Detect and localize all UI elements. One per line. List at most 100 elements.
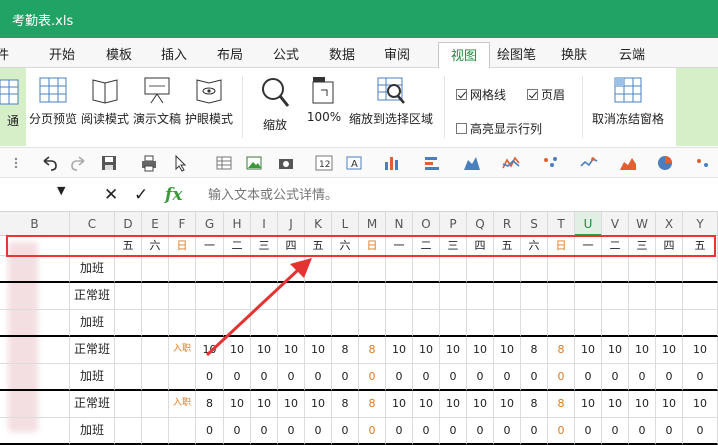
table-cell[interactable] <box>332 256 359 283</box>
menu-item[interactable]: 视图 <box>438 42 491 71</box>
table-cell[interactable]: 8 <box>196 391 224 418</box>
table-cell[interactable]: 0 <box>629 418 656 445</box>
table-cell[interactable] <box>0 283 70 310</box>
table-cell[interactable]: 0 <box>656 364 683 391</box>
column-header[interactable]: J <box>278 212 305 236</box>
menu-item[interactable]: 布局 <box>217 44 243 63</box>
shift-type-cell[interactable]: 正常班 <box>70 337 115 364</box>
zoom-button[interactable]: 缩放 <box>255 76 295 133</box>
table-cell[interactable] <box>440 310 467 337</box>
table-cell[interactable] <box>251 256 278 283</box>
presentation-button[interactable]: 演示文稿 <box>132 76 182 127</box>
scatter-chart-icon[interactable] <box>541 154 559 172</box>
table-cell[interactable]: 8 <box>548 391 575 418</box>
table-cell[interactable] <box>251 283 278 310</box>
column-header[interactable]: W <box>629 212 656 236</box>
weekday-cell[interactable]: 五 <box>115 236 142 256</box>
stock-chart-icon[interactable] <box>580 154 598 172</box>
table-cell[interactable]: 0 <box>575 364 602 391</box>
table-cell[interactable] <box>440 283 467 310</box>
table-cell[interactable]: 10 <box>278 337 305 364</box>
cancel-formula-icon[interactable]: ✕ <box>104 185 118 205</box>
table-cell[interactable] <box>169 364 196 391</box>
confirm-formula-icon[interactable]: ✓ <box>134 185 148 205</box>
combo-chart-icon[interactable] <box>619 154 637 172</box>
table-cell[interactable] <box>305 256 332 283</box>
table-cell[interactable] <box>169 418 196 445</box>
table-cell[interactable] <box>548 256 575 283</box>
table-cell[interactable] <box>0 256 70 283</box>
sum-icon[interactable]: 12 <box>315 154 333 172</box>
table-cell[interactable]: 10 <box>683 391 718 418</box>
pointer-icon[interactable] <box>172 154 190 172</box>
table-cell[interactable]: 0 <box>224 418 251 445</box>
shift-type-cell[interactable]: 加班 <box>70 418 115 445</box>
table-cell[interactable]: 10 <box>251 391 278 418</box>
table-cell[interactable] <box>683 256 718 283</box>
weekday-cell[interactable]: 五 <box>305 236 332 256</box>
table-cell[interactable]: 8 <box>548 337 575 364</box>
table-cell[interactable] <box>521 310 548 337</box>
table-cell[interactable] <box>142 418 169 445</box>
line-chart-icon[interactable] <box>502 154 520 172</box>
table-cell[interactable]: 10 <box>494 391 521 418</box>
table-cell[interactable] <box>169 256 196 283</box>
table-cell[interactable] <box>575 310 602 337</box>
table-cell[interactable] <box>115 310 142 337</box>
table-cell[interactable] <box>602 310 629 337</box>
table-cell[interactable] <box>521 256 548 283</box>
table-cell[interactable] <box>251 310 278 337</box>
header-checkbox[interactable]: 页眉 <box>527 86 565 103</box>
weekday-cell[interactable]: 四 <box>467 236 494 256</box>
table-cell[interactable] <box>386 283 413 310</box>
table-cell[interactable] <box>196 283 224 310</box>
table-cell[interactable]: 0 <box>196 364 224 391</box>
table-cell[interactable] <box>142 364 169 391</box>
table-cell[interactable]: 0 <box>467 364 494 391</box>
table-cell[interactable]: 0 <box>305 364 332 391</box>
table-cell[interactable] <box>169 283 196 310</box>
shift-type-cell[interactable]: 正常班 <box>70 283 115 310</box>
table-cell[interactable]: 10 <box>386 391 413 418</box>
table-cell[interactable]: 10 <box>413 391 440 418</box>
table-cell[interactable] <box>413 256 440 283</box>
table-cell[interactable]: 0 <box>251 364 278 391</box>
table-cell[interactable] <box>115 391 142 418</box>
table-cell[interactable]: 0 <box>251 418 278 445</box>
menu-item[interactable]: 换肤 <box>561 44 587 63</box>
table-cell[interactable]: 10 <box>494 337 521 364</box>
table-cell[interactable]: 10 <box>656 337 683 364</box>
table-cell[interactable] <box>0 391 70 418</box>
table-cell[interactable] <box>332 283 359 310</box>
column-header[interactable]: H <box>224 212 251 236</box>
table-cell[interactable]: 10 <box>251 337 278 364</box>
redo-icon[interactable] <box>70 154 88 172</box>
weekday-cell[interactable]: 六 <box>521 236 548 256</box>
table-cell[interactable] <box>0 418 70 445</box>
table-cell[interactable]: 0 <box>359 364 386 391</box>
menu-item[interactable]: 绘图笔 <box>497 44 536 63</box>
weekday-cell[interactable]: 四 <box>656 236 683 256</box>
table-cell[interactable] <box>0 337 70 364</box>
table-cell[interactable]: 10 <box>278 391 305 418</box>
table-cell[interactable] <box>142 256 169 283</box>
table-cell[interactable]: 0 <box>494 364 521 391</box>
table-cell[interactable] <box>575 256 602 283</box>
table-cell[interactable]: 8 <box>521 337 548 364</box>
table-cell[interactable] <box>142 337 169 364</box>
table-cell[interactable] <box>656 310 683 337</box>
reading-mode-button[interactable]: 阅读模式 <box>80 76 130 127</box>
zoom-to-selection-button[interactable]: 缩放到选择区域 <box>346 76 436 127</box>
column-header[interactable]: Q <box>467 212 494 236</box>
column-header[interactable]: N <box>386 212 413 236</box>
weekday-cell[interactable]: 五 <box>683 236 718 256</box>
pie-chart-icon[interactable] <box>656 154 674 172</box>
column-header[interactable]: L <box>332 212 359 236</box>
column-header[interactable]: F <box>169 212 196 236</box>
weekday-cell[interactable]: 三 <box>251 236 278 256</box>
table-cell[interactable]: 0 <box>521 364 548 391</box>
column-chart-icon[interactable] <box>383 154 401 172</box>
table-cell[interactable] <box>332 310 359 337</box>
table-cell[interactable]: 0 <box>467 418 494 445</box>
column-header[interactable]: E <box>142 212 169 236</box>
